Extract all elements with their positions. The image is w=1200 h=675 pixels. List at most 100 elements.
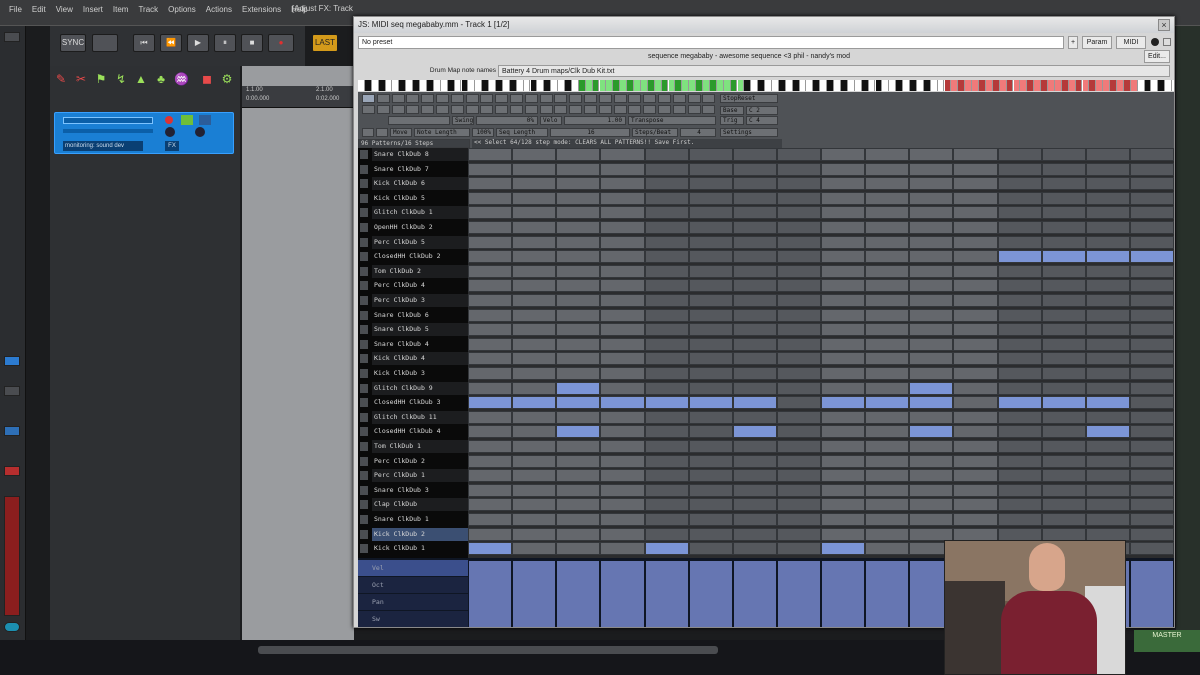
piano-key[interactable] bbox=[620, 80, 628, 91]
step-cell[interactable] bbox=[1041, 367, 1086, 380]
record-mode-badge[interactable]: LAST bbox=[312, 34, 338, 52]
step-cell[interactable] bbox=[1041, 469, 1086, 483]
step-cell[interactable] bbox=[1085, 440, 1130, 453]
step-cell[interactable] bbox=[776, 235, 821, 249]
step-cell[interactable] bbox=[776, 264, 821, 278]
param-button[interactable]: Param bbox=[1082, 36, 1112, 49]
step-cell[interactable] bbox=[644, 337, 689, 351]
step-cell[interactable] bbox=[909, 498, 954, 512]
step-cell[interactable] bbox=[732, 264, 777, 278]
step-cell[interactable] bbox=[953, 323, 998, 337]
piano-key[interactable] bbox=[509, 80, 517, 91]
step-cell[interactable] bbox=[909, 469, 954, 483]
pattern-pad[interactable] bbox=[554, 105, 568, 114]
pattern-pad[interactable] bbox=[421, 105, 435, 114]
step-cell[interactable] bbox=[909, 250, 954, 264]
piano-key[interactable] bbox=[1137, 80, 1145, 91]
row-mute-checkbox[interactable] bbox=[360, 515, 368, 524]
step-cell[interactable] bbox=[821, 294, 866, 307]
step-cell[interactable] bbox=[732, 250, 777, 264]
step-cell[interactable] bbox=[468, 483, 513, 497]
step-cell[interactable] bbox=[776, 294, 821, 307]
step-cell[interactable] bbox=[600, 498, 645, 512]
step-cell[interactable] bbox=[997, 513, 1042, 526]
step-cell[interactable] bbox=[468, 162, 513, 176]
step-cell[interactable] bbox=[1041, 279, 1086, 293]
step-cell[interactable] bbox=[1041, 381, 1086, 395]
step-cell[interactable] bbox=[468, 454, 513, 468]
step-cell[interactable] bbox=[600, 177, 645, 191]
step-cell[interactable] bbox=[821, 221, 866, 234]
step-cell[interactable] bbox=[1085, 250, 1130, 264]
row-mute-checkbox[interactable] bbox=[360, 296, 368, 305]
piano-key[interactable] bbox=[371, 80, 379, 91]
pattern-pad[interactable] bbox=[598, 94, 612, 103]
pattern-pad[interactable] bbox=[524, 105, 538, 114]
step-cell[interactable] bbox=[644, 396, 689, 410]
step-cell[interactable] bbox=[468, 177, 513, 191]
step-cell[interactable] bbox=[644, 323, 689, 337]
step-cell[interactable] bbox=[688, 381, 733, 395]
piano-key[interactable] bbox=[1103, 80, 1111, 91]
step-cell[interactable] bbox=[556, 235, 601, 249]
menu-item[interactable]: Edit bbox=[27, 5, 51, 14]
piano-key[interactable] bbox=[1041, 80, 1048, 91]
piano-key[interactable] bbox=[661, 80, 669, 91]
piano-key[interactable] bbox=[647, 80, 655, 91]
step-cell[interactable] bbox=[732, 352, 777, 366]
step-cell[interactable] bbox=[865, 294, 910, 307]
step-cell[interactable] bbox=[776, 148, 821, 161]
piano-key[interactable] bbox=[1096, 80, 1104, 91]
piano-key[interactable] bbox=[841, 80, 848, 91]
step-cell[interactable] bbox=[512, 294, 557, 307]
step-cell[interactable] bbox=[997, 337, 1042, 351]
step-cell[interactable] bbox=[1041, 148, 1086, 161]
step-cell[interactable] bbox=[865, 410, 910, 424]
step-cell[interactable] bbox=[1085, 308, 1130, 322]
lane-selector[interactable]: Sw bbox=[358, 611, 468, 627]
toolstrip-button[interactable] bbox=[4, 426, 20, 436]
wet-checkbox[interactable] bbox=[1163, 38, 1171, 46]
step-cell[interactable] bbox=[821, 367, 866, 380]
step-cell[interactable] bbox=[1129, 206, 1174, 220]
mode-button[interactable] bbox=[376, 128, 388, 137]
step-cell[interactable] bbox=[821, 148, 866, 161]
piano-key[interactable] bbox=[516, 80, 524, 91]
step-grid[interactable] bbox=[468, 148, 1174, 558]
step-cell[interactable] bbox=[1085, 148, 1130, 161]
row-name[interactable]: Snare ClkDub 4 bbox=[358, 338, 468, 351]
preset-add-button[interactable]: + bbox=[1068, 36, 1078, 49]
row-mute-checkbox[interactable] bbox=[360, 529, 368, 539]
step-cell[interactable] bbox=[688, 513, 733, 526]
pattern-pad[interactable] bbox=[495, 94, 509, 103]
step-cell[interactable] bbox=[600, 425, 645, 439]
piano-key[interactable] bbox=[854, 80, 862, 91]
pattern-pad[interactable] bbox=[376, 105, 390, 114]
piano-key[interactable] bbox=[965, 80, 973, 91]
piano-key[interactable] bbox=[827, 80, 835, 91]
piano-key[interactable] bbox=[992, 80, 1000, 91]
swing-value[interactable]: 0% bbox=[476, 116, 538, 125]
step-cell[interactable] bbox=[776, 440, 821, 453]
step-cell[interactable] bbox=[600, 469, 645, 483]
step-cell[interactable] bbox=[1041, 513, 1086, 526]
step-cell[interactable] bbox=[997, 294, 1042, 307]
step-cell[interactable] bbox=[556, 381, 601, 395]
step-cell[interactable] bbox=[909, 454, 954, 468]
step-cell[interactable] bbox=[865, 454, 910, 468]
pattern-pad[interactable] bbox=[584, 105, 597, 114]
step-cell[interactable] bbox=[1129, 513, 1174, 526]
step-cell[interactable] bbox=[909, 396, 954, 410]
step-cell[interactable] bbox=[512, 191, 557, 205]
step-cell[interactable] bbox=[821, 323, 866, 337]
toolstrip-button[interactable] bbox=[4, 356, 20, 366]
pattern-pad[interactable] bbox=[598, 105, 612, 114]
step-cell[interactable] bbox=[512, 513, 557, 526]
pattern-pad[interactable] bbox=[613, 105, 627, 114]
step-cell[interactable] bbox=[865, 367, 910, 380]
menu-item[interactable]: File bbox=[4, 5, 27, 14]
ripple-tool-icon[interactable]: ↯ bbox=[114, 72, 128, 86]
step-cell[interactable] bbox=[1129, 498, 1174, 512]
piano-key[interactable] bbox=[923, 80, 931, 91]
step-cell[interactable] bbox=[600, 264, 645, 278]
